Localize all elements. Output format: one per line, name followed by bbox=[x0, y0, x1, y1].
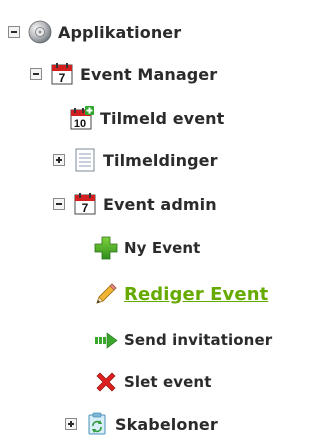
svg-text:10: 10 bbox=[74, 118, 86, 130]
app-disc-icon bbox=[28, 20, 52, 44]
green-plus-icon bbox=[94, 236, 118, 260]
calendar-7-icon: 7 bbox=[50, 62, 74, 86]
collapse-toggle-icon[interactable] bbox=[30, 68, 42, 80]
rediger-event-link[interactable]: Rediger Event bbox=[124, 284, 268, 305]
tree-node-slet-event[interactable]: Slet event bbox=[94, 364, 211, 400]
red-x-icon bbox=[94, 370, 118, 394]
tree-node-label: Tilmeldinger bbox=[103, 150, 218, 170]
tree-node-tilmeld-event[interactable]: 10 Tilmeld event bbox=[70, 100, 224, 136]
svg-text:7: 7 bbox=[82, 201, 89, 215]
tree-node-applikationer[interactable]: Applikationer bbox=[8, 14, 181, 50]
clipboard-refresh-icon bbox=[85, 412, 109, 436]
tree-node-send-invitationer[interactable]: Send invitationer bbox=[94, 322, 272, 358]
expand-toggle-icon[interactable] bbox=[53, 154, 65, 166]
tree-node-label: Event admin bbox=[103, 194, 217, 214]
tree-node-label: Slet event bbox=[124, 373, 212, 391]
tree-node-label: Send invitationer bbox=[124, 331, 273, 349]
collapse-toggle-icon[interactable] bbox=[8, 26, 20, 38]
tree-node-label: Skabeloner bbox=[115, 414, 218, 434]
tree-node-label: Applikationer bbox=[58, 22, 182, 42]
collapse-toggle-icon[interactable] bbox=[53, 198, 65, 210]
svg-text:7: 7 bbox=[59, 71, 66, 85]
tree-node-label: Tilmeld event bbox=[100, 108, 225, 128]
tree-node-label: Ny Event bbox=[124, 239, 201, 257]
application-tree: Applikationer 7 Event Manager 10 Tilmeld… bbox=[0, 0, 311, 439]
tree-node-event-admin[interactable]: 7 Event admin bbox=[53, 186, 217, 222]
tree-node-ny-event[interactable]: Ny Event bbox=[94, 230, 200, 266]
tree-node-tilmeldinger[interactable]: Tilmeldinger bbox=[53, 142, 218, 178]
tree-node-label: Event Manager bbox=[80, 64, 218, 84]
tree-node-event-manager[interactable]: 7 Event Manager bbox=[30, 56, 217, 92]
green-arrow-icon bbox=[94, 328, 118, 352]
expand-toggle-icon[interactable] bbox=[65, 418, 77, 430]
list-icon bbox=[73, 148, 97, 172]
pencil-icon bbox=[94, 282, 118, 306]
calendar-7-icon: 7 bbox=[73, 192, 97, 216]
tree-node-skabeloner[interactable]: Skabeloner bbox=[65, 406, 218, 439]
tree-node-rediger-event[interactable]: Rediger Event bbox=[94, 276, 268, 312]
calendar-10-plus-icon: 10 bbox=[70, 106, 94, 130]
